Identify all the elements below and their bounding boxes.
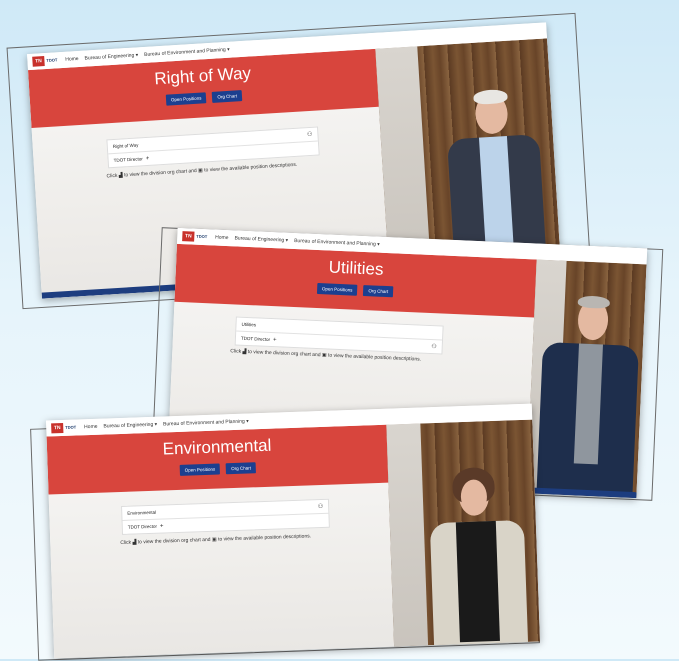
division-name: Environmental bbox=[127, 509, 157, 516]
nav-bureau-engineering[interactable]: Bureau of Engineering ▾ bbox=[103, 422, 157, 430]
nav-bureau-environment[interactable]: Bureau of Environment and Planning ▾ bbox=[163, 418, 249, 427]
page-title: Utilities bbox=[328, 257, 384, 279]
tdot-logo[interactable]: TN bbox=[32, 56, 45, 67]
org-chart-icon[interactable]: ⚇ bbox=[318, 503, 324, 510]
open-positions-button[interactable]: Open Positions bbox=[316, 283, 358, 296]
director-photo bbox=[386, 419, 541, 654]
page-banner: Environmental Open Positions Org Chart bbox=[46, 424, 389, 495]
screenshot-card-environmental: TN TDOT Home Bureau of Engineering ▾ Bur… bbox=[45, 403, 541, 659]
plus-icon[interactable]: + bbox=[146, 155, 150, 161]
logo-text: TDOT bbox=[65, 424, 77, 430]
nav-bureau-engineering[interactable]: Bureau of Engineering ▾ bbox=[234, 235, 288, 243]
nav-home[interactable]: Home bbox=[215, 235, 229, 242]
division-name: Right of Way bbox=[112, 142, 139, 150]
plus-icon[interactable]: + bbox=[160, 523, 164, 529]
logo-text: TDOT bbox=[196, 233, 208, 240]
open-positions-button[interactable]: Open Positions bbox=[179, 463, 221, 476]
tdot-logo[interactable]: TN bbox=[182, 231, 195, 242]
director-label: TDOT Director bbox=[113, 156, 143, 164]
tdot-logo[interactable]: TN bbox=[51, 422, 64, 434]
nav-home[interactable]: Home bbox=[84, 424, 98, 430]
director-photo bbox=[526, 259, 647, 499]
director-label: TDOT Director bbox=[240, 335, 271, 343]
nav-home[interactable]: Home bbox=[65, 56, 79, 63]
org-chart-button[interactable]: Org Chart bbox=[212, 90, 243, 103]
open-positions-button[interactable]: Open Positions bbox=[165, 92, 207, 106]
division-name: Utilities bbox=[241, 321, 257, 328]
org-chart-icon[interactable]: ⚇ bbox=[431, 343, 437, 350]
page-title: Right of Way bbox=[153, 63, 252, 89]
logo-text: TDOT bbox=[46, 57, 58, 63]
plus-icon[interactable]: + bbox=[273, 337, 277, 343]
nav-bureau-environment[interactable]: Bureau of Environment and Planning ▾ bbox=[144, 47, 230, 58]
org-chart-button[interactable]: Org Chart bbox=[363, 285, 394, 298]
page-title: Environmental bbox=[162, 435, 272, 459]
nav-bureau-environment[interactable]: Bureau of Environment and Planning ▾ bbox=[294, 238, 380, 248]
org-chart-button[interactable]: Org Chart bbox=[225, 462, 257, 475]
nav-bureau-engineering[interactable]: Bureau of Engineering ▾ bbox=[84, 52, 138, 61]
director-label: TDOT Director bbox=[127, 523, 158, 530]
org-chart-icon[interactable]: ⚇ bbox=[307, 131, 313, 138]
